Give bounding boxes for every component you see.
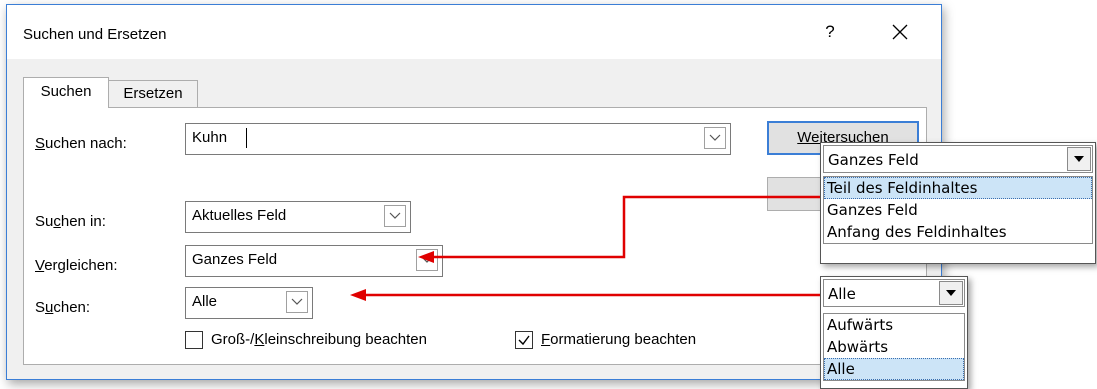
match-label: Vergleichen: bbox=[35, 257, 118, 274]
match-case-checkbox[interactable] bbox=[185, 331, 203, 349]
list-item[interactable]: Ganzes Feld bbox=[824, 199, 1092, 221]
format-label: Formatierung beachten bbox=[541, 331, 697, 348]
list-item[interactable]: Aufwärts bbox=[824, 314, 964, 336]
search-options-callout: Alle Aufwärts Abwärts Alle bbox=[820, 276, 968, 389]
list-item[interactable]: Alle bbox=[824, 358, 964, 380]
search-direction-select[interactable]: Alle bbox=[185, 287, 313, 319]
dropdown-arrow-icon[interactable] bbox=[1067, 147, 1091, 171]
list-item[interactable]: Abwärts bbox=[824, 336, 964, 358]
match-select[interactable]: Ganzes Feld bbox=[185, 245, 443, 277]
format-checkbox[interactable] bbox=[515, 331, 533, 349]
list-item[interactable]: Teil des Feldinhaltes bbox=[824, 177, 1092, 199]
chevron-down-icon[interactable] bbox=[704, 127, 726, 149]
tab-ersetzen[interactable]: Ersetzen bbox=[108, 80, 198, 107]
find-what-label: Suchen nach: bbox=[35, 135, 127, 152]
close-icon[interactable] bbox=[885, 17, 915, 47]
dropdown-arrow-icon[interactable] bbox=[939, 281, 963, 305]
match-case-label: Groß-/Kleinschreibung beachten bbox=[211, 331, 427, 348]
help-button[interactable]: ? bbox=[815, 17, 845, 47]
match-options-callout: Ganzes Feld Teil des Feldinhaltes Ganzes… bbox=[820, 142, 1096, 264]
tab-suchen[interactable]: Suchen bbox=[23, 77, 109, 108]
match-options-list: Teil des Feldinhaltes Ganzes Feld Anfang… bbox=[823, 176, 1093, 244]
chevron-down-icon[interactable] bbox=[384, 205, 406, 227]
find-replace-dialog: Suchen und Ersetzen ? Suchen Ersetzen Su… bbox=[6, 4, 942, 380]
look-in-label: Suchen in: bbox=[35, 213, 106, 230]
text-caret bbox=[246, 128, 247, 148]
search-options-list: Aufwärts Abwärts Alle bbox=[823, 313, 965, 381]
look-in-select[interactable]: Aktuelles Feld bbox=[185, 201, 411, 233]
title-bar: Suchen und Ersetzen ? bbox=[7, 5, 941, 59]
match-callout-field[interactable]: Ganzes Feld bbox=[823, 145, 1093, 173]
checkmark-icon bbox=[518, 335, 530, 346]
dialog-title: Suchen und Ersetzen bbox=[23, 26, 167, 43]
find-what-input[interactable]: Kuhn bbox=[185, 123, 731, 155]
chevron-down-icon[interactable] bbox=[286, 291, 308, 313]
find-what-value: Kuhn bbox=[192, 129, 228, 146]
search-direction-label: Suchen: bbox=[35, 299, 91, 316]
list-item[interactable]: Anfang des Feldinhaltes bbox=[824, 221, 1092, 243]
search-callout-field[interactable]: Alle bbox=[823, 279, 965, 307]
chevron-down-icon[interactable] bbox=[416, 249, 438, 271]
